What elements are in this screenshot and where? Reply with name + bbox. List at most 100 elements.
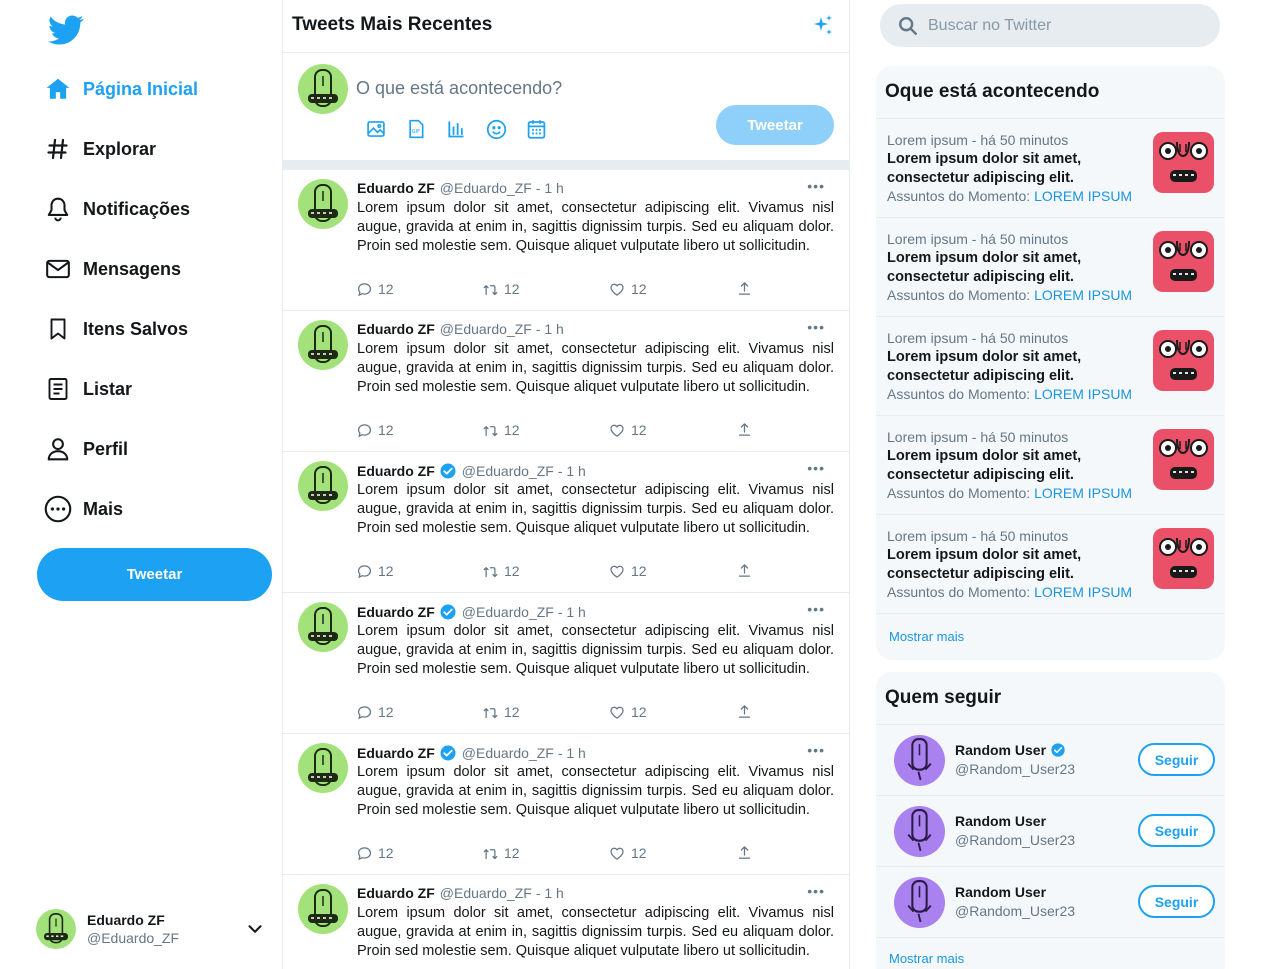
- reply-button[interactable]: 12: [357, 281, 394, 297]
- share-icon: [738, 423, 751, 436]
- trend-topic-link[interactable]: LOREM IPSUM: [1034, 386, 1132, 402]
- avatar[interactable]: [894, 877, 945, 928]
- trend-item[interactable]: Lorem ipsum - há 50 minutos Lorem ipsum …: [876, 218, 1225, 317]
- trend-item[interactable]: Lorem ipsum - há 50 minutos Lorem ipsum …: [876, 416, 1225, 515]
- like-button[interactable]: 12: [609, 422, 647, 438]
- tweet-author-name[interactable]: Eduardo ZF: [357, 604, 435, 620]
- sidebar-item-lists[interactable]: Listar: [44, 369, 132, 409]
- emoji-icon[interactable]: [485, 118, 507, 140]
- search-input[interactable]: [928, 16, 1198, 35]
- share-button[interactable]: [737, 704, 758, 719]
- tweet[interactable]: Eduardo ZF @Eduardo_ZF - 1 h ••• Lorem i…: [283, 452, 849, 593]
- sidebar-item-more[interactable]: Mais: [44, 489, 123, 529]
- follow-button[interactable]: Seguir: [1138, 814, 1215, 847]
- trend-topic-prefix: Assuntos do Momento:: [887, 188, 1035, 204]
- avatar[interactable]: [298, 320, 348, 370]
- share-button[interactable]: [737, 281, 758, 296]
- compose-tweet-button[interactable]: Tweetar: [716, 105, 834, 145]
- sidebar-item-profile[interactable]: Perfil: [44, 429, 128, 469]
- tweet-author-name[interactable]: Eduardo ZF: [357, 321, 435, 337]
- calendar-icon[interactable]: [525, 118, 547, 140]
- more-options-icon[interactable]: •••: [807, 742, 825, 758]
- account-switcher[interactable]: Eduardo ZF @Eduardo_ZF: [36, 906, 272, 952]
- compose-input[interactable]: O que está acontecendo?: [356, 78, 562, 99]
- image-icon[interactable]: [365, 118, 387, 140]
- share-button[interactable]: [737, 563, 758, 578]
- retweet-button[interactable]: 12: [483, 563, 520, 579]
- verified-badge-icon: [440, 604, 456, 620]
- retweet-button[interactable]: 12: [483, 704, 520, 720]
- tweet[interactable]: Eduardo ZF @Eduardo_ZF - 1 h ••• Lorem i…: [283, 593, 849, 734]
- trend-topic-link[interactable]: LOREM IPSUM: [1034, 584, 1132, 600]
- sidebar-item-explore[interactable]: Explorar: [44, 129, 156, 169]
- follow-user-name[interactable]: Random User: [955, 813, 1046, 829]
- follow-button[interactable]: Seguir: [1138, 743, 1215, 776]
- tweet-author-name[interactable]: Eduardo ZF: [357, 745, 435, 761]
- retweet-button[interactable]: 12: [483, 281, 520, 297]
- like-button[interactable]: 12: [609, 281, 647, 297]
- reply-button[interactable]: 12: [357, 845, 394, 861]
- trend-topic-link[interactable]: LOREM IPSUM: [1034, 287, 1132, 303]
- retweet-button[interactable]: 12: [483, 422, 520, 438]
- search-bar[interactable]: [880, 4, 1220, 47]
- gif-icon[interactable]: GIF: [405, 118, 427, 140]
- twitter-bird-icon[interactable]: [48, 12, 84, 48]
- avatar[interactable]: [298, 884, 348, 934]
- sidebar-item-bookmarks[interactable]: Itens Salvos: [44, 309, 188, 349]
- trend-item[interactable]: Lorem ipsum - há 50 minutos Lorem ipsum …: [876, 317, 1225, 416]
- reply-button[interactable]: 12: [357, 563, 394, 579]
- avatar[interactable]: [298, 179, 348, 229]
- retweet-count: 12: [504, 563, 520, 579]
- more-options-icon[interactable]: •••: [807, 883, 825, 899]
- trends-show-more-link[interactable]: Mostrar mais: [876, 614, 1225, 644]
- share-button[interactable]: [737, 422, 758, 437]
- avatar[interactable]: [894, 735, 945, 786]
- sidebar-item-home[interactable]: Página Inicial: [44, 69, 198, 109]
- chevron-down-icon[interactable]: [244, 918, 266, 940]
- like-button[interactable]: 12: [609, 704, 647, 720]
- avatar[interactable]: [298, 461, 348, 511]
- more-options-icon[interactable]: •••: [807, 601, 825, 617]
- more-options-icon[interactable]: •••: [807, 319, 825, 335]
- sidebar-item-label: Explorar: [83, 138, 157, 159]
- verified-badge-icon: [1051, 743, 1065, 757]
- tweet[interactable]: Eduardo ZF @Eduardo_ZF - 1 h ••• Lorem i…: [283, 170, 849, 311]
- share-icon: [738, 846, 751, 859]
- follow-suggestion[interactable]: Random User @Random_User23 Seguir: [876, 796, 1225, 867]
- tweet-author-name[interactable]: Eduardo ZF: [357, 885, 435, 901]
- avatar[interactable]: [298, 743, 348, 793]
- like-button[interactable]: 12: [609, 563, 647, 579]
- reply-button[interactable]: 12: [357, 422, 394, 438]
- follow-user-name[interactable]: Random User: [955, 884, 1046, 900]
- avatar[interactable]: [298, 602, 348, 652]
- trend-topic-link[interactable]: LOREM IPSUM: [1034, 188, 1132, 204]
- tweet[interactable]: Eduardo ZF @Eduardo_ZF - 1 h ••• Lorem i…: [283, 734, 849, 875]
- follow-suggestion[interactable]: Random User @Random_User23 Seguir: [876, 867, 1225, 938]
- tweet-author-name[interactable]: Eduardo ZF: [357, 180, 435, 196]
- follow-user-name[interactable]: Random User: [955, 742, 1046, 758]
- avatar[interactable]: [894, 806, 945, 857]
- trend-item[interactable]: Lorem ipsum - há 50 minutos Lorem ipsum …: [876, 119, 1225, 218]
- tweet-author-name[interactable]: Eduardo ZF: [357, 463, 435, 479]
- more-options-icon[interactable]: •••: [807, 178, 825, 194]
- sparkle-icon[interactable]: [811, 14, 835, 38]
- tweet[interactable]: Eduardo ZF @Eduardo_ZF - 1 h ••• Lorem i…: [283, 875, 849, 969]
- sidebar-item-notifications[interactable]: Notificações: [44, 189, 190, 229]
- like-button[interactable]: 12: [609, 845, 647, 861]
- sidebar-item-label: Mensagens: [83, 258, 182, 279]
- reply-button[interactable]: 12: [357, 704, 394, 720]
- trend-item[interactable]: Lorem ipsum - há 50 minutos Lorem ipsum …: [876, 515, 1225, 614]
- follow-button[interactable]: Seguir: [1138, 885, 1215, 918]
- tweet-composer: O que está acontecendo? GIF Tweetar: [283, 53, 849, 170]
- tweet[interactable]: Eduardo ZF @Eduardo_ZF - 1 h ••• Lorem i…: [283, 311, 849, 452]
- tweet-button[interactable]: Tweetar: [37, 548, 272, 601]
- sidebar-item-messages[interactable]: Mensagens: [44, 249, 181, 289]
- trend-meta: Lorem ipsum - há 50 minutos: [887, 429, 1069, 445]
- share-button[interactable]: [737, 845, 758, 860]
- more-options-icon[interactable]: •••: [807, 460, 825, 476]
- trend-topic-link[interactable]: LOREM IPSUM: [1034, 485, 1132, 501]
- poll-icon[interactable]: [445, 118, 467, 140]
- retweet-button[interactable]: 12: [483, 845, 520, 861]
- follow-show-more-link[interactable]: Mostrar mais: [876, 938, 1225, 966]
- follow-suggestion[interactable]: Random User @Random_User23 Seguir: [876, 725, 1225, 796]
